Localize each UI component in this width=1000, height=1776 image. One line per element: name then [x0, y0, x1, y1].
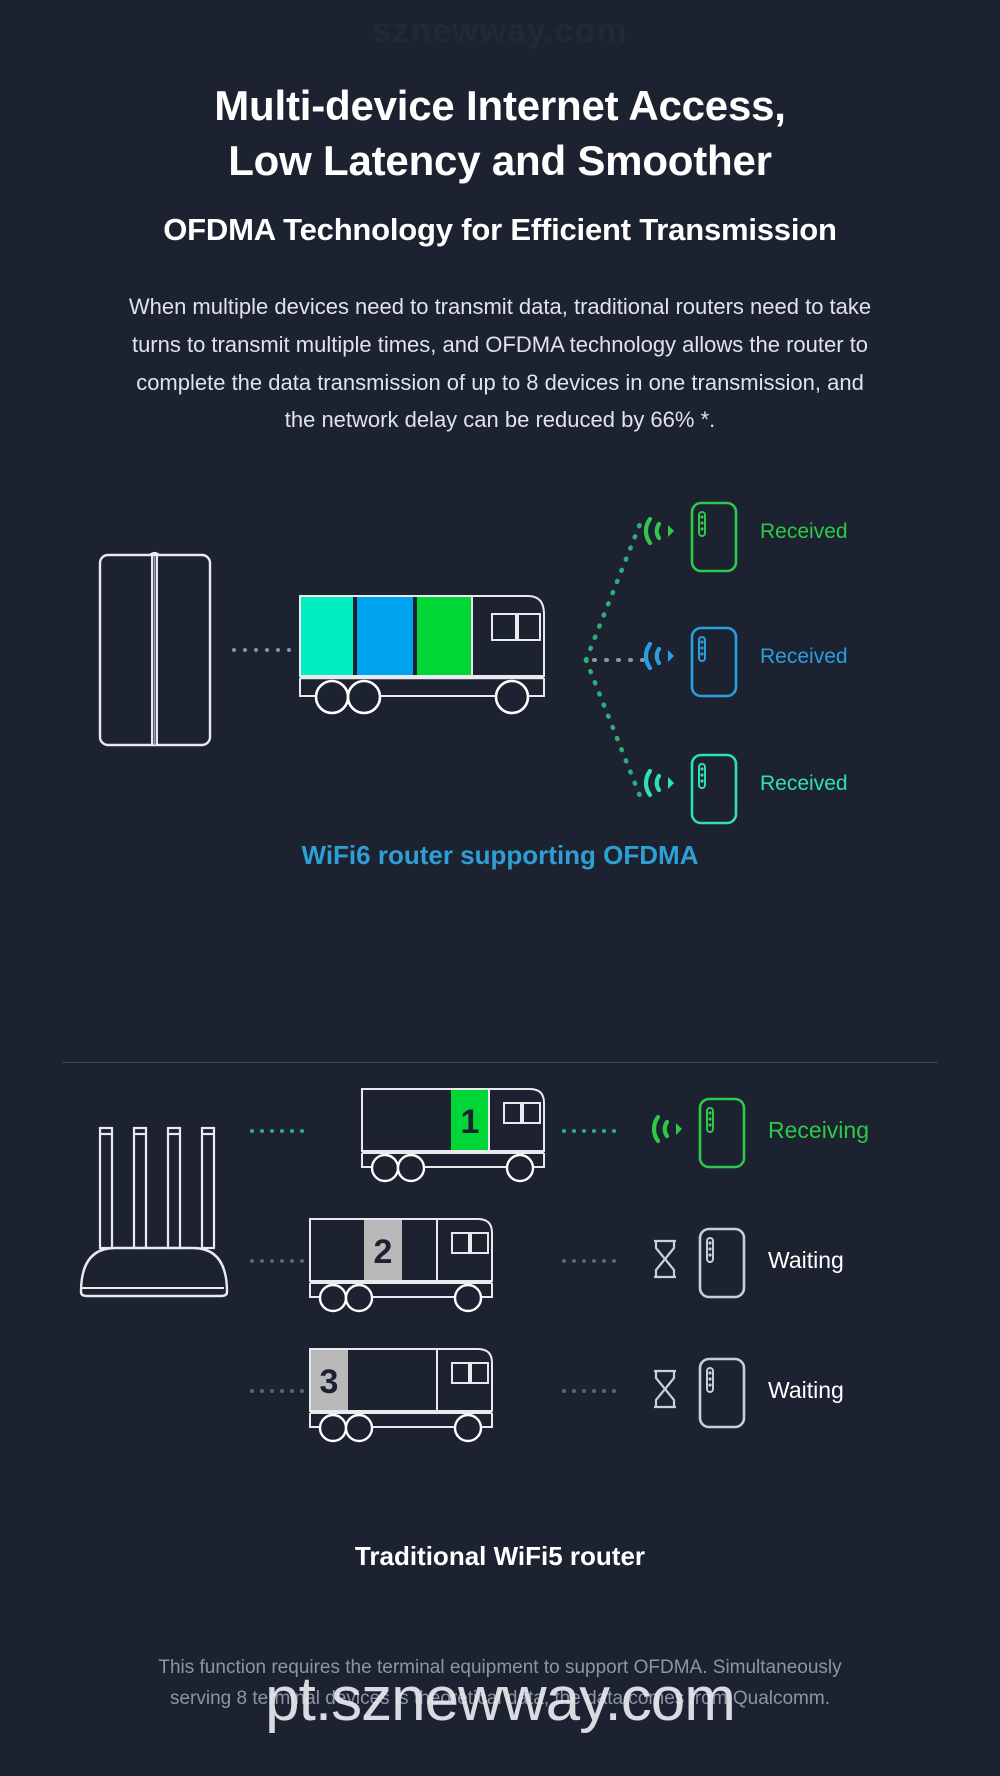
truck-icon-2: 2 [309, 1218, 493, 1313]
truck-icon-3: 3 [309, 1348, 493, 1443]
connector-router-to-truck-1 [250, 1129, 304, 1133]
wifi5-row-3: 3 Waiting [0, 1340, 1000, 1460]
wifi6-diagram: Received Received Received [0, 500, 1000, 860]
wifi5-row-2: 2 Waiting [0, 1210, 1000, 1330]
page-title-line-2: Low Latency and Smoother [228, 137, 772, 185]
page-title-line-1: Multi-device Internet Access, [214, 82, 786, 129]
connector-router-to-truck [232, 648, 296, 652]
hourglass-icon [654, 1369, 676, 1409]
section-divider [62, 1062, 938, 1063]
wifi5-row-1: 1 Receiving [0, 1080, 1000, 1200]
connector-router-to-truck-2 [250, 1259, 304, 1263]
device-status-label: Receiving [768, 1117, 869, 1143]
wifi5-diagram: 1 Receiving 2 Waiting 3 Waiting [0, 1080, 1000, 1520]
phone-icon [690, 753, 738, 825]
connector-truck-3-to-device [562, 1389, 616, 1393]
page-title: Multi-device Internet Access, Low Latenc… [0, 78, 1000, 189]
wifi-signal-icon [643, 641, 674, 671]
cargo-block-2 [357, 597, 413, 675]
page-subtitle: OFDMA Technology for Efficient Transmiss… [163, 212, 837, 247]
cargo-block-3 [417, 597, 471, 675]
device-status-label: Waiting [768, 1377, 844, 1403]
wifi-signal-icon [643, 768, 674, 798]
wifi-signal-icon [643, 516, 674, 546]
wifi6-caption: WiFi6 router supporting OFDMA [301, 840, 699, 870]
phone-icon [690, 501, 738, 573]
cargo-number-2: 2 [374, 1233, 393, 1271]
device-status-label: Waiting [768, 1247, 844, 1273]
phone-icon [690, 626, 738, 698]
phone-icon [698, 1357, 746, 1429]
top-watermark: sznewway.com [372, 12, 628, 50]
connector-truck-1-to-device [562, 1129, 616, 1133]
wifi6-router-icon [98, 551, 212, 747]
hourglass-icon [654, 1239, 676, 1279]
cargo-block-1 [301, 597, 353, 675]
connector-router-to-truck-3 [250, 1389, 304, 1393]
wifi-signal-icon [651, 1114, 682, 1144]
device-status-label: Received [760, 645, 848, 668]
device-status-label: Received [760, 772, 848, 795]
device-status-label: Received [760, 520, 848, 543]
cargo-number-3: 3 [320, 1363, 339, 1401]
body-paragraph: When multiple devices need to transmit d… [128, 294, 872, 433]
site-watermark: pt.sznewway.com [265, 1665, 736, 1734]
truck-icon-1: 1 [361, 1088, 545, 1183]
phone-icon [698, 1227, 746, 1299]
connector-truck-2-to-device [562, 1259, 616, 1263]
wifi6-truck-icon [299, 595, 545, 715]
cargo-number-1: 1 [461, 1103, 480, 1141]
phone-icon [698, 1097, 746, 1169]
infographic-page: sznewway.com Multi-device Internet Acces… [0, 0, 1000, 1776]
wifi5-caption: Traditional WiFi5 router [354, 1541, 646, 1571]
